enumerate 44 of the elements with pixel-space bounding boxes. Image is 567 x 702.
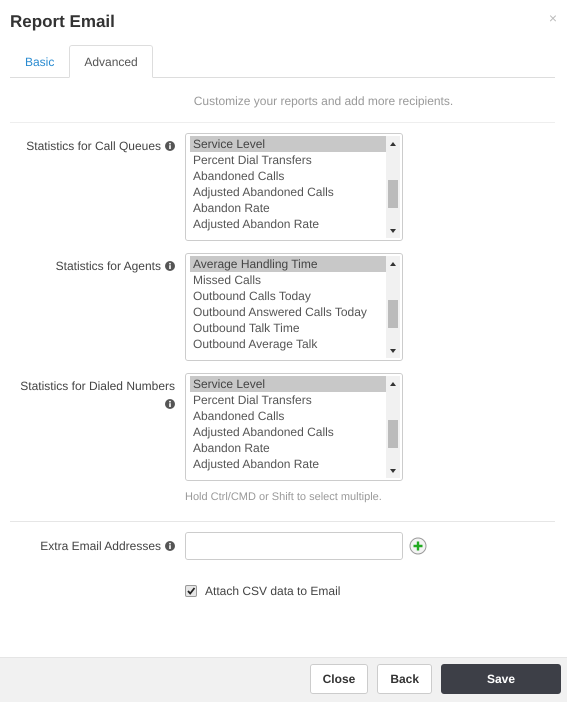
intro-text: Customize your reports and add more recipients.: [192, 94, 454, 108]
multi-select-list[interactable]: Average Handling Time Missed Calls Outbound Calls Today Outbound Answered Calls Today Outbound Talk Time Outbound Average Talk: [185, 253, 403, 361]
multi-select-list[interactable]: Service Level Percent Dial Transfers Abandoned Calls Adjusted Abandoned Calls Abandon Rate Adjusted Abandon Rate: [185, 373, 403, 481]
button[interactable]: Close: [310, 664, 368, 694]
info-icon[interactable]: [165, 141, 175, 151]
field-label: Statistics for Agents: [56, 259, 161, 273]
scrollbar-drawing[interactable]: [386, 136, 400, 238]
tab[interactable]: Basic: [10, 45, 70, 78]
list-option[interactable]: Abandoned Calls: [190, 408, 386, 424]
scrollbar-drawing[interactable]: [386, 256, 400, 358]
multi-select-list[interactable]: Service Level Percent Dial Transfers Abandoned Calls Adjusted Abandoned Calls Abandon Rate Adjusted Abandon Rate: [185, 133, 403, 241]
info-icon[interactable]: [165, 541, 175, 551]
list-option[interactable]: Adjusted Abandon Rate: [190, 216, 386, 232]
field-label: Statistics for Dialed Numbers: [20, 379, 175, 393]
list-option[interactable]: Outbound Talk Time: [190, 320, 386, 336]
list-option[interactable]: Percent Dial Transfers: [190, 392, 386, 408]
list-option[interactable]: Adjusted Abandoned Calls: [190, 424, 386, 440]
list-option[interactable]: Abandon Rate: [190, 440, 386, 456]
info-icon[interactable]: [165, 261, 175, 271]
add-icon[interactable]: [409, 537, 427, 555]
list-option[interactable]: Outbound Calls Today: [190, 288, 386, 304]
hint-text: Hold Ctrl/CMD or Shift to select multiple.: [185, 491, 383, 503]
checkbox[interactable]: [185, 585, 197, 597]
list-option[interactable]: Service Level: [190, 376, 386, 392]
list-option[interactable]: Outbound Average Talk: [190, 336, 386, 352]
checkbox-label: Attach CSV data to Email: [205, 584, 340, 598]
info-icon[interactable]: [165, 399, 175, 409]
button[interactable]: Back: [377, 664, 432, 694]
list-option[interactable]: Abandon Rate: [190, 200, 386, 216]
field-label: Extra Email Addresses: [40, 539, 161, 553]
dialog-title: Report Email: [10, 12, 115, 33]
list-option[interactable]: Percent Dial Transfers: [190, 152, 386, 168]
tab[interactable]: Advanced: [69, 45, 153, 78]
list-option[interactable]: Abandoned Calls: [190, 168, 386, 184]
list-option[interactable]: Outbound Answered Calls Today: [190, 304, 386, 320]
list-option[interactable]: Service Level: [190, 136, 386, 152]
list-option[interactable]: Adjusted Abandoned Calls: [190, 184, 386, 200]
list-option[interactable]: Missed Calls: [190, 272, 386, 288]
scrollbar-drawing[interactable]: [386, 376, 400, 478]
list-option[interactable]: Average Handling Time: [190, 256, 386, 272]
primary-button[interactable]: Save: [441, 664, 561, 694]
field-label: Statistics for Call Queues: [26, 139, 161, 153]
list-option[interactable]: Adjusted Abandon Rate: [190, 456, 386, 472]
email-input-field[interactable]: [185, 532, 403, 560]
